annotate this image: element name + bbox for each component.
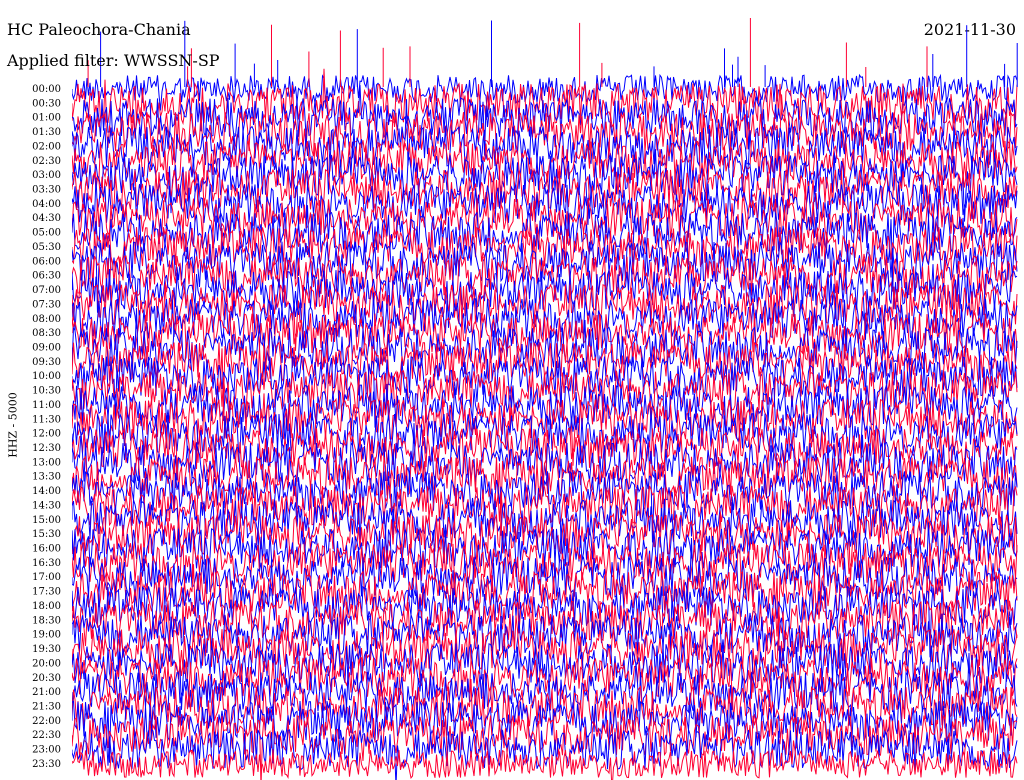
row-time-label: 08:00 xyxy=(32,314,61,325)
row-time-label: 00:30 xyxy=(32,98,61,109)
row-time-label: 10:00 xyxy=(32,371,61,382)
row-time-label: 13:00 xyxy=(32,457,61,468)
row-time-label: 09:00 xyxy=(32,342,61,353)
row-time-label: 16:00 xyxy=(32,544,61,555)
row-time-label: 05:00 xyxy=(32,228,61,239)
row-time-label: 12:30 xyxy=(32,443,61,454)
row-time-label: 21:00 xyxy=(32,687,61,698)
row-time-label: 18:00 xyxy=(32,601,61,612)
row-time-label: 10:30 xyxy=(32,386,61,397)
row-time-label: 15:00 xyxy=(32,515,61,526)
row-time-label: 01:00 xyxy=(32,113,61,124)
channel-axis-label: HHZ - 5000 xyxy=(6,392,20,458)
row-time-label: 18:30 xyxy=(32,615,61,626)
row-time-label: 22:00 xyxy=(32,716,61,727)
row-time-label: 19:00 xyxy=(32,630,61,641)
row-time-label: 14:30 xyxy=(32,500,61,511)
row-time-label: 23:00 xyxy=(32,745,61,756)
row-time-label: 06:00 xyxy=(32,256,61,267)
row-time-label: 02:30 xyxy=(32,156,61,167)
row-time-label: 09:30 xyxy=(32,357,61,368)
trace-group xyxy=(72,18,1018,780)
row-time-label: 23:30 xyxy=(32,759,61,770)
row-time-label: 01:30 xyxy=(32,127,61,138)
row-time-label: 20:00 xyxy=(32,658,61,669)
row-time-label: 19:30 xyxy=(32,644,61,655)
row-time-label: 11:30 xyxy=(32,414,61,425)
row-time-label: 07:00 xyxy=(32,285,61,296)
row-time-label: 08:30 xyxy=(32,328,61,339)
row-time-label: 11:00 xyxy=(32,400,61,411)
row-time-label: 07:30 xyxy=(32,299,61,310)
row-time-label: 21:30 xyxy=(32,701,61,712)
row-time-label: 03:30 xyxy=(32,185,61,196)
row-time-label: 14:00 xyxy=(32,486,61,497)
helicorder-plot: 00:00 00:30 01:00 01:30 02:00 02:30 03:00 03:30… xyxy=(32,18,1018,780)
row-time-label: 00:00 xyxy=(32,84,61,95)
row-time-label: 13:30 xyxy=(32,472,61,483)
row-time-label: 20:30 xyxy=(32,673,61,684)
row-time-label: 02:00 xyxy=(32,141,61,152)
row-time-label: 06:30 xyxy=(32,271,61,282)
row-time-label: 16:30 xyxy=(32,558,61,569)
filter-label: Applied filter: WWSSN-SP xyxy=(7,51,220,70)
row-time-label: 22:30 xyxy=(32,730,61,741)
row-time-label: 05:30 xyxy=(32,242,61,253)
row-time-label: 04:30 xyxy=(32,213,61,224)
row-time-label: 17:30 xyxy=(32,587,61,598)
row-time-label: 15:30 xyxy=(32,529,61,540)
row-time-label: 17:00 xyxy=(32,572,61,583)
row-time-label: 12:00 xyxy=(32,429,61,440)
row-time-label: 03:00 xyxy=(32,170,61,181)
row-time-label: 04:00 xyxy=(32,199,61,210)
